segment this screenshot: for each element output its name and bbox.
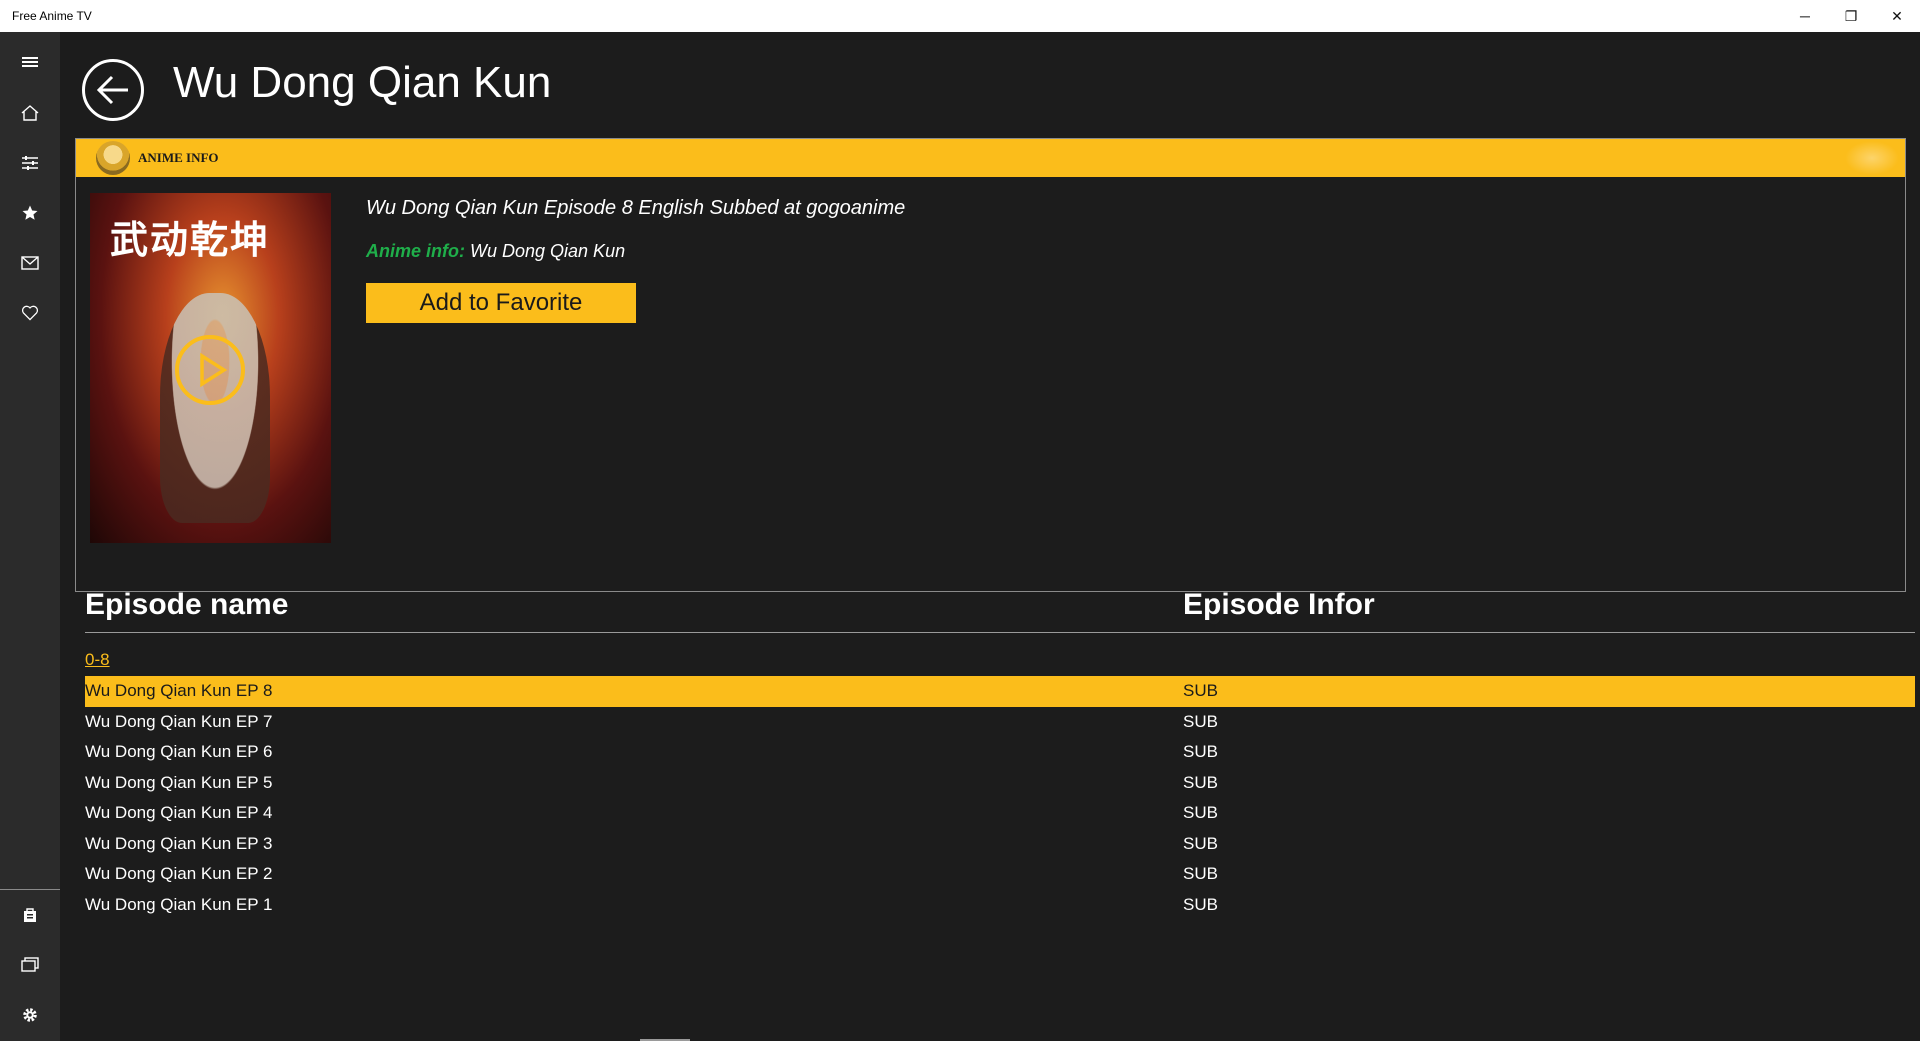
- page-title: Wu Dong Qian Kun: [173, 58, 552, 107]
- episode-name: Wu Dong Qian Kun EP 6: [85, 742, 273, 761]
- add-to-favorite-button[interactable]: Add to Favorite: [366, 283, 636, 323]
- episode-row[interactable]: Wu Dong Qian Kun EP 7 SUB: [85, 707, 1915, 738]
- poster-figure: [160, 293, 270, 523]
- episode-info: SUB: [1183, 742, 1218, 761]
- episode-name: Wu Dong Qian Kun EP 2: [85, 864, 273, 883]
- episode-name: Wu Dong Qian Kun EP 5: [85, 772, 273, 792]
- episode-name-header: Episode name: [85, 588, 289, 621]
- episode-row[interactable]: Wu Dong Qian Kun EP 5 SUB: [85, 768, 1915, 799]
- mail-icon[interactable]: [0, 238, 60, 288]
- back-arrow-icon: [96, 75, 128, 105]
- filter-icon[interactable]: [0, 138, 60, 188]
- episode-info: SUB: [1183, 894, 1218, 914]
- star-icon[interactable]: [0, 188, 60, 238]
- episode-info: SUB: [1183, 772, 1218, 792]
- episode-name: Wu Dong Qian Kun EP 8: [85, 681, 273, 700]
- window-title: Free Anime TV: [12, 9, 92, 23]
- list-divider: [85, 632, 1915, 633]
- heart-icon[interactable]: [0, 288, 60, 338]
- episode-row[interactable]: Wu Dong Qian Kun EP 1 SUB: [85, 890, 1915, 921]
- episode-info: SUB: [1183, 681, 1218, 700]
- close-button[interactable]: ✕: [1874, 0, 1920, 32]
- hamburger-icon[interactable]: [0, 37, 60, 87]
- anime-info-value: Wu Dong Qian Kun: [465, 241, 626, 261]
- home-icon[interactable]: [0, 88, 60, 138]
- back-button[interactable]: [82, 59, 144, 121]
- anime-poster[interactable]: 武动乾坤: [90, 193, 331, 543]
- episode-row[interactable]: Wu Dong Qian Kun EP 6 SUB: [85, 737, 1915, 768]
- episode-row[interactable]: Wu Dong Qian Kun EP 2 SUB: [85, 859, 1915, 890]
- header-decoration: [1845, 141, 1899, 175]
- episode-list: Wu Dong Qian Kun EP 8 SUB Wu Dong Qian K…: [85, 676, 1915, 920]
- episode-name: Wu Dong Qian Kun EP 1: [85, 894, 273, 914]
- episode-name: Wu Dong Qian Kun EP 7: [85, 711, 273, 731]
- episode-info: SUB: [1183, 833, 1218, 853]
- play-icon[interactable]: [174, 334, 246, 406]
- episode-info: SUB: [1183, 864, 1218, 883]
- restore-button[interactable]: ❐: [1828, 0, 1874, 32]
- windows-icon[interactable]: [0, 940, 60, 990]
- episode-row[interactable]: Wu Dong Qian Kun EP 8 SUB: [85, 676, 1915, 707]
- main-content: Wu Dong Qian Kun ANIME INFO 武动乾坤 Wu Dong…: [60, 32, 1920, 1041]
- episode-name: Wu Dong Qian Kun EP 3: [85, 833, 273, 853]
- minimize-button[interactable]: ─: [1782, 0, 1828, 32]
- bag-icon[interactable]: [0, 890, 60, 940]
- anime-info-line: Anime info: Wu Dong Qian Kun: [366, 241, 625, 262]
- episode-info-header: Episode Infor: [1183, 588, 1375, 621]
- anime-info-panel: ANIME INFO 武动乾坤 Wu Dong Qian Kun Episode…: [75, 138, 1906, 592]
- episode-row[interactable]: Wu Dong Qian Kun EP 3 SUB: [85, 829, 1915, 860]
- mascot-avatar: [96, 141, 130, 175]
- anime-info-label: Anime info:: [366, 241, 465, 261]
- episode-row[interactable]: Wu Dong Qian Kun EP 4 SUB: [85, 798, 1915, 829]
- episode-range-link[interactable]: 0-8: [85, 650, 110, 670]
- gear-icon[interactable]: [0, 990, 60, 1040]
- sidebar: [0, 32, 60, 1041]
- poster-title-text: 武动乾坤: [110, 217, 271, 262]
- episode-info: SUB: [1183, 711, 1218, 731]
- anime-info-header: ANIME INFO: [76, 139, 1905, 177]
- episode-headline: Wu Dong Qian Kun Episode 8 English Subbe…: [366, 197, 906, 219]
- episode-info: SUB: [1183, 803, 1218, 822]
- episode-name: Wu Dong Qian Kun EP 4: [85, 803, 273, 822]
- anime-info-header-label: ANIME INFO: [138, 150, 219, 165]
- title-bar: Free Anime TV ─ ❐ ✕: [0, 0, 1920, 32]
